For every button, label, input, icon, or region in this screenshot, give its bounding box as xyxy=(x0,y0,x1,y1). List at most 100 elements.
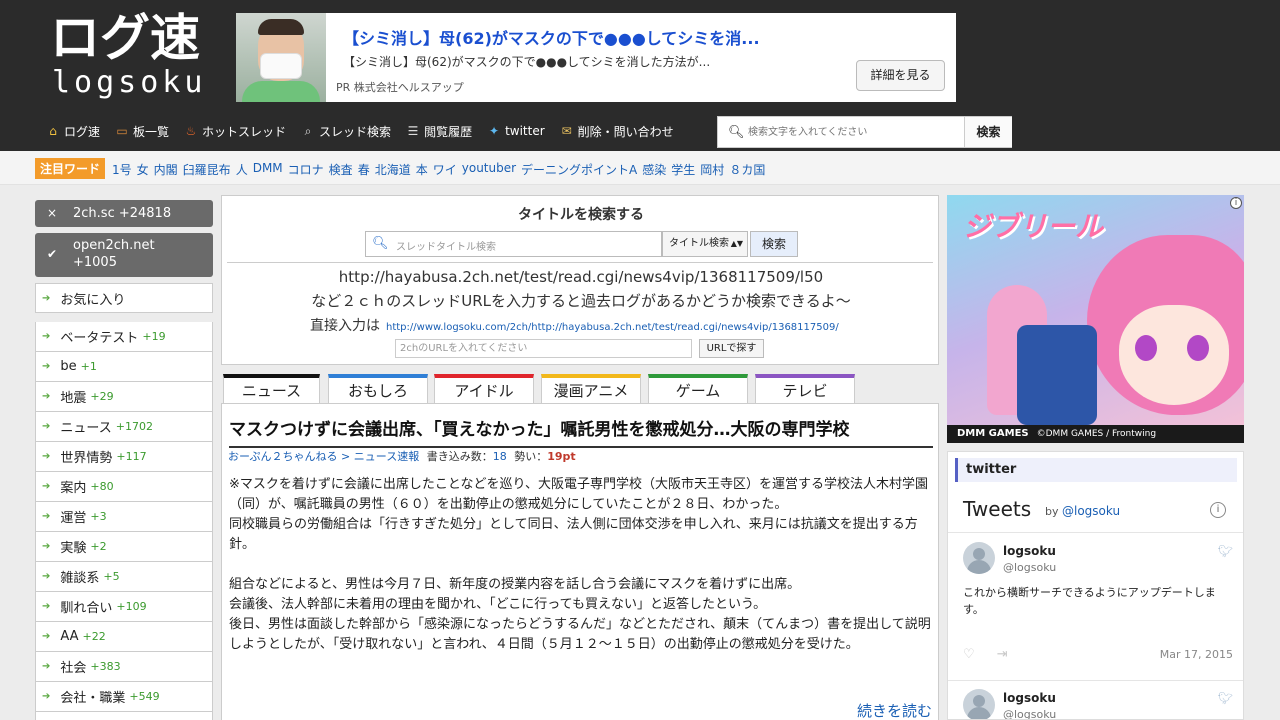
nav-home[interactable]: ⌂ ログ速 xyxy=(46,117,100,145)
tweet-author-name[interactable]: logsoku xyxy=(1003,691,1056,705)
hot-word[interactable]: 女 xyxy=(137,161,149,178)
sidebar-item[interactable]: ➔趣味 xyxy=(35,712,213,720)
sidebar-item[interactable]: ➔ AA +22 xyxy=(35,622,213,652)
hot-word[interactable]: DMM xyxy=(253,161,283,178)
url-search-button[interactable]: URLで探す xyxy=(699,339,764,358)
divider xyxy=(227,262,933,263)
sidebar-item[interactable]: ➔ ニュース +1702 xyxy=(35,412,213,442)
sidebar-item[interactable]: ➔ 世界情勢 +117 xyxy=(35,442,213,472)
sidebar-item[interactable]: ➔ ベータテスト +19 xyxy=(35,322,213,352)
board-icon: ▭ xyxy=(116,123,128,138)
sidebar-item[interactable]: ➔ be +1 xyxy=(35,352,213,382)
sidebar-item[interactable]: ➔ 雑談系 +5 xyxy=(35,562,213,592)
game-ad-banner[interactable]: ジブリール i DMM GAMES ©DMM GAMES / Frontwing xyxy=(947,195,1244,443)
arrow-icon: ➔ xyxy=(42,691,51,702)
tweet-author-name[interactable]: logsoku xyxy=(1003,544,1056,558)
nav-boards[interactable]: ▭ 板一覧 xyxy=(115,117,169,145)
tab-manga-anime[interactable]: 漫画アニメ xyxy=(541,374,641,404)
avatar[interactable] xyxy=(963,542,995,574)
ad-banner[interactable]: 【シミ消し】母(62)がマスクの下で●●●してシミを消... 【シミ消し】母(6… xyxy=(236,13,956,102)
article-post-count: 18 xyxy=(492,450,507,463)
tweet-author-handle[interactable]: @logsoku xyxy=(1003,708,1056,719)
hot-word[interactable]: youtuber xyxy=(462,161,516,178)
hot-word[interactable]: 臼羅昆布 xyxy=(183,161,231,178)
tab-game[interactable]: ゲーム xyxy=(648,374,748,404)
sidebar-item[interactable]: ➔ 実験 +2 xyxy=(35,532,213,562)
site-search-input[interactable] xyxy=(748,121,958,143)
fire-icon: ♨ xyxy=(185,123,197,138)
category-tabs: ニュース おもしろ アイドル 漫画アニメ ゲーム テレビ xyxy=(221,374,939,404)
title-search-input[interactable]: 🔍︎ スレッドタイトル検索 xyxy=(365,231,662,257)
twitter-bird-icon[interactable]: 🐦︎ xyxy=(1218,544,1233,558)
arrow-icon: ➔ xyxy=(42,541,51,552)
tab-idol[interactable]: アイドル xyxy=(434,374,534,404)
sidebar-item[interactable]: ➔ 会社・職業 +549 xyxy=(35,682,213,712)
sidebar-item[interactable]: ➔ 地震 +29 xyxy=(35,382,213,412)
hot-word[interactable]: ワイ xyxy=(433,161,457,178)
ad-details-button[interactable]: 詳細を見る xyxy=(856,60,945,91)
article-source-link[interactable]: おーぷん２ちゃんねる > ニュース速報 xyxy=(228,450,419,463)
main-nav: ⌂ ログ速 ▭ 板一覧 ♨ ホットスレッド ⌕ スレッド検索 ☰ 閲覧履歴 ✦ twitte… xyxy=(46,117,689,145)
tweets-by-handle[interactable]: @logsoku xyxy=(1062,504,1120,518)
sidebar-item[interactable]: ➔ 運営 +3 xyxy=(35,502,213,532)
heart-icon[interactable]: ♡ xyxy=(963,647,975,662)
hot-word[interactable]: 学生 xyxy=(671,161,695,178)
site-logo[interactable]: ログ速 logsoku xyxy=(50,10,222,102)
hot-word[interactable]: 北海道 xyxy=(375,161,411,178)
sidebar-item[interactable]: ➔ 馴れ合い +109 xyxy=(35,592,213,622)
ad-title[interactable]: 【シミ消し】母(62)がマスクの下で●●●してシミを消... xyxy=(343,25,760,49)
sidebar-item[interactable]: ➔ 案内 +80 xyxy=(35,472,213,502)
tab-tv[interactable]: テレビ xyxy=(755,374,855,404)
arrow-icon: ➔ xyxy=(42,331,51,342)
article-card: マスクつけずに会議出席、「買えなかった」嘱託男性を懲戒処分…大阪の専門学校 おー… xyxy=(221,403,939,720)
nav-thread-search[interactable]: ⌕ スレッド検索 xyxy=(301,117,391,145)
article-title[interactable]: マスクつけずに会議出席、「買えなかった」嘱託男性を懲戒処分…大阪の専門学校 xyxy=(229,415,933,448)
nav-hot-threads[interactable]: ♨ ホットスレッド xyxy=(184,117,286,145)
tab-funny[interactable]: おもしろ xyxy=(328,374,428,404)
read-more-link[interactable]: 続きを読む xyxy=(857,700,932,720)
search-type-select[interactable]: タイトル検索 ▲▼ xyxy=(662,231,748,257)
hot-word[interactable]: 人 xyxy=(236,161,248,178)
hot-word[interactable]: 本 xyxy=(416,161,428,178)
hot-word[interactable]: コロナ xyxy=(288,161,324,178)
hot-word[interactable]: 春 xyxy=(358,161,370,178)
hot-word[interactable]: 検査 xyxy=(329,161,353,178)
twitter-bird-icon[interactable]: 🐦︎ xyxy=(1218,691,1233,705)
share-icon[interactable]: ⇥ xyxy=(997,647,1008,662)
url-input[interactable]: 2chのURLを入れてください xyxy=(395,339,692,358)
direct-input-hint: 直接入力は http://www.logsoku.com/2ch/http://h… xyxy=(310,318,839,334)
tweet-date[interactable]: Mar 17, 2015 xyxy=(1160,648,1233,661)
tweet-actions: ♡ ⇥ xyxy=(963,647,1008,662)
article-meta: おーぷん２ちゃんねる > ニュース速報 書き込み数：18 勢い：19pt xyxy=(228,450,576,463)
site-search-button[interactable]: 検索 xyxy=(964,117,1012,147)
nav-contact[interactable]: ✉ 削除・問い合わせ xyxy=(560,117,674,145)
sidebar-pill-2chsc[interactable]: × 2ch.sc +24818 xyxy=(35,200,213,227)
url-instructions: など２ｃｈのスレッドURLを入力すると過去ログがあるかどうか検索できるよ～ xyxy=(311,292,851,310)
avatar[interactable] xyxy=(963,689,995,719)
nav-twitter[interactable]: ✦ twitter xyxy=(487,117,545,145)
nav-history[interactable]: ☰ 閲覧履歴 xyxy=(406,117,472,145)
hot-word[interactable]: 岡村 xyxy=(700,161,724,178)
title-search-heading: タイトルを検索する xyxy=(518,207,644,223)
hot-word[interactable]: デーニングポイントA xyxy=(521,161,637,178)
sidebar-pill-open2ch[interactable]: ✔ open2ch.net +1005 xyxy=(35,233,213,277)
close-icon[interactable]: × xyxy=(47,200,57,227)
ad-info-icon[interactable]: i xyxy=(1230,197,1242,209)
hot-word[interactable]: 1号 xyxy=(112,161,132,178)
sidebar-item-favorite[interactable]: ➔ お気に入り xyxy=(35,283,213,313)
direct-input-link[interactable]: http://www.logsoku.com/2ch/http://hayabu… xyxy=(386,322,839,333)
ad-sponsor: PR 株式会社ヘルスアップ xyxy=(336,81,464,94)
tab-news[interactable]: ニュース xyxy=(223,374,320,404)
sidebar-item[interactable]: ➔ 社会 +383 xyxy=(35,652,213,682)
hot-word[interactable]: ８カ国 xyxy=(729,161,765,178)
arrow-icon: ➔ xyxy=(42,511,51,522)
title-search-button[interactable]: 検索 xyxy=(750,231,798,257)
divider xyxy=(948,532,1243,533)
chevron-updown-icon: ▲▼ xyxy=(730,239,743,248)
logo-jp: ログ速 xyxy=(50,9,200,67)
hot-word[interactable]: 感染 xyxy=(642,161,666,178)
tweet-author-handle[interactable]: @logsoku xyxy=(1003,561,1056,574)
title-search-panel: タイトルを検索する 🔍︎ スレッドタイトル検索 タイトル検索 ▲▼ 検索 htt… xyxy=(221,195,939,365)
hot-word[interactable]: 内閣 xyxy=(154,161,178,178)
info-icon[interactable]: i xyxy=(1210,502,1226,518)
